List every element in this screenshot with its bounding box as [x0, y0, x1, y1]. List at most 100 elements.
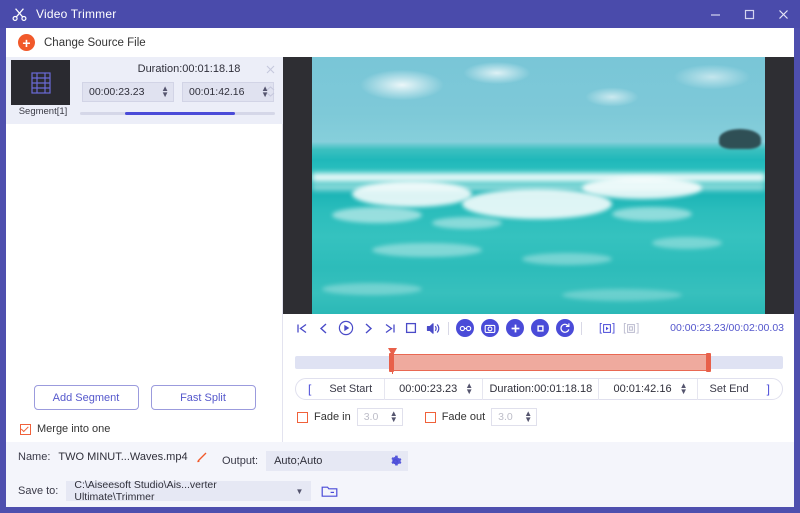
fade-in-group[interactable]: Fade in 3.0 ▲ ▼: [297, 408, 403, 426]
name-label: Name:: [18, 451, 51, 463]
player-controls-panel: [] [] 00:00:23.23/00:02:00.03 [ Set Star…: [283, 314, 794, 442]
output-label: Output:: [222, 455, 259, 467]
close-button[interactable]: [766, 0, 800, 28]
fast-split-button[interactable]: Fast Split: [150, 385, 256, 410]
add-segment-button[interactable]: Add Segment: [33, 385, 139, 410]
scissors-icon: [10, 5, 28, 23]
output-format-field[interactable]: Auto;Auto: [266, 451, 409, 471]
video-trimmer-window: Video Trimmer + Change Source File Segme…: [0, 0, 800, 513]
window-title: Video Trimmer: [36, 7, 117, 21]
mark-out-stop-icon[interactable]: []: [623, 322, 639, 334]
diamond-collapse-icon[interactable]: [266, 84, 275, 102]
split-icon[interactable]: [456, 319, 474, 337]
bracket-left-label: [: [308, 382, 312, 396]
output-row: Output: Auto;Auto: [222, 451, 409, 471]
rock-shape: [719, 129, 761, 149]
transport-icons: [296, 320, 441, 336]
fade-out-input[interactable]: 3.0 ▲ ▼: [491, 408, 538, 426]
add-icon[interactable]: [506, 319, 524, 337]
fade-out-label: Fade out: [441, 411, 486, 423]
change-source-file-button[interactable]: Change Source File: [44, 37, 146, 49]
segment-range-fill: [125, 112, 235, 115]
fade-in-input[interactable]: 3.0 ▲ ▼: [356, 408, 403, 426]
snapshot-icon[interactable]: [481, 319, 499, 337]
edit-action-buttons: [456, 319, 574, 337]
set-end-button[interactable]: Set End: [698, 383, 761, 395]
fade-in-checkbox[interactable]: [297, 411, 308, 423]
minimize-button[interactable]: [698, 0, 732, 28]
trim-duration-label: Duration:00:01:18.18: [489, 383, 593, 395]
segment-start-stepper[interactable]: ▲ ▼: [161, 85, 169, 99]
name-row: Name: TWO MINUT...Waves.mp4: [18, 451, 208, 463]
window-controls: [698, 0, 800, 28]
trim-end-input[interactable]: 00:01:42.16 ▲ ▼: [599, 382, 696, 396]
segment-start-input[interactable]: 00:00:23.23 ▲ ▼: [82, 82, 174, 102]
trim-end-handle[interactable]: [706, 353, 711, 372]
fade-controls: Fade in 3.0 ▲ ▼ Fade out 3.0 ▲ ▼: [297, 408, 538, 426]
fade-out-stepper[interactable]: ▲ ▼: [524, 410, 532, 424]
jump-to-end-icon[interactable]: [383, 322, 396, 335]
fade-out-checkbox[interactable]: [424, 411, 436, 423]
trim-start-value: 00:00:23.23: [399, 383, 458, 395]
fade-out-group[interactable]: Fade out 3.0 ▲ ▼: [424, 408, 538, 426]
toolbar-divider: [448, 321, 449, 335]
trim-end-stepper[interactable]: ▲ ▼: [680, 382, 688, 396]
mark-buttons: [] []: [599, 322, 639, 334]
jump-to-start-icon[interactable]: [296, 322, 309, 335]
pencil-icon[interactable]: [196, 451, 208, 463]
output-settings-bar: Name: TWO MINUT...Waves.mp4 Output: Auto…: [6, 442, 794, 507]
letterbox-left: [283, 57, 312, 314]
segment-thumbnail-wrap: Segment[1]: [6, 57, 70, 124]
gear-icon[interactable]: [389, 455, 402, 468]
step-backward-icon[interactable]: [318, 322, 329, 335]
segment-duration-label: Duration:00:01:18.18: [137, 63, 241, 75]
close-icon[interactable]: [266, 61, 275, 79]
toolbar-divider-2: [581, 321, 582, 335]
segment-end-input[interactable]: 00:01:42.16 ▲ ▼: [182, 82, 274, 102]
trim-range-row: [ Set Start 00:00:23.23 ▲ ▼ Duration:00:0…: [295, 378, 783, 400]
fade-in-stepper[interactable]: ▲ ▼: [390, 410, 398, 424]
trim-timeline[interactable]: [295, 348, 783, 376]
segment-caption: Segment[1]: [18, 106, 68, 117]
trim-start-input[interactable]: 00:00:23.23 ▲ ▼: [385, 382, 482, 396]
name-value: TWO MINUT...Waves.mp4: [58, 451, 188, 463]
fade-in-value: 3.0: [363, 411, 379, 423]
segment-list-panel: Segment[1] Duration:00:01:18.18 00:00:23…: [6, 57, 283, 442]
toolbar: + Change Source File: [6, 28, 794, 57]
segment-start-value: 00:00:23.23: [89, 86, 145, 98]
trim-start-stepper[interactable]: ▲ ▼: [465, 382, 473, 396]
film-strip-icon: [11, 60, 70, 105]
step-forward-icon[interactable]: [363, 322, 374, 335]
volume-icon[interactable]: [426, 322, 441, 335]
stop-icon[interactable]: [405, 322, 417, 334]
trim-selection[interactable]: [391, 354, 708, 371]
segment-details: Duration:00:01:18.18 00:00:23.23 ▲ ▼ 00:0…: [70, 57, 283, 124]
save-to-label: Save to:: [18, 485, 59, 497]
output-value: Auto;Auto: [274, 455, 323, 467]
video-frame-image: [312, 57, 765, 314]
maximize-button[interactable]: [732, 0, 766, 28]
plus-circle-icon[interactable]: +: [18, 34, 35, 51]
chevron-down-icon[interactable]: ▼: [295, 487, 303, 496]
mark-in-play-icon[interactable]: []: [599, 322, 615, 334]
trim-end-value: 00:01:42.16: [613, 383, 672, 395]
segment-row[interactable]: Segment[1] Duration:00:01:18.18 00:00:23…: [6, 57, 283, 124]
save-to-field[interactable]: C:\Aiseesoft Studio\Ais...verter Ultimat…: [66, 479, 312, 503]
letterbox-right: [765, 57, 794, 314]
crop-icon[interactable]: [531, 319, 549, 337]
title-bar: Video Trimmer: [0, 0, 800, 28]
segment-actions: [266, 61, 275, 102]
merge-into-one-label: Merge into one: [37, 423, 111, 435]
set-start-button[interactable]: Set Start: [317, 383, 384, 395]
folder-open-icon[interactable]: [321, 484, 338, 498]
save-to-value: C:\Aiseesoft Studio\Ais...verter Ultimat…: [74, 479, 217, 503]
video-preview[interactable]: [283, 57, 794, 314]
transport-row: [] [] 00:00:23.23/00:02:00.03: [283, 314, 794, 342]
segment-buttons: Add Segment Fast Split: [6, 385, 283, 410]
play-icon[interactable]: [338, 320, 354, 336]
merge-into-one-row[interactable]: Merge into one: [20, 423, 110, 435]
segment-range-slider[interactable]: [80, 112, 275, 115]
merge-into-one-checkbox[interactable]: [20, 423, 31, 435]
save-to-row: Save to: C:\Aiseesoft Studio\Ais...verte…: [18, 479, 338, 503]
rotate-icon[interactable]: [556, 319, 574, 337]
